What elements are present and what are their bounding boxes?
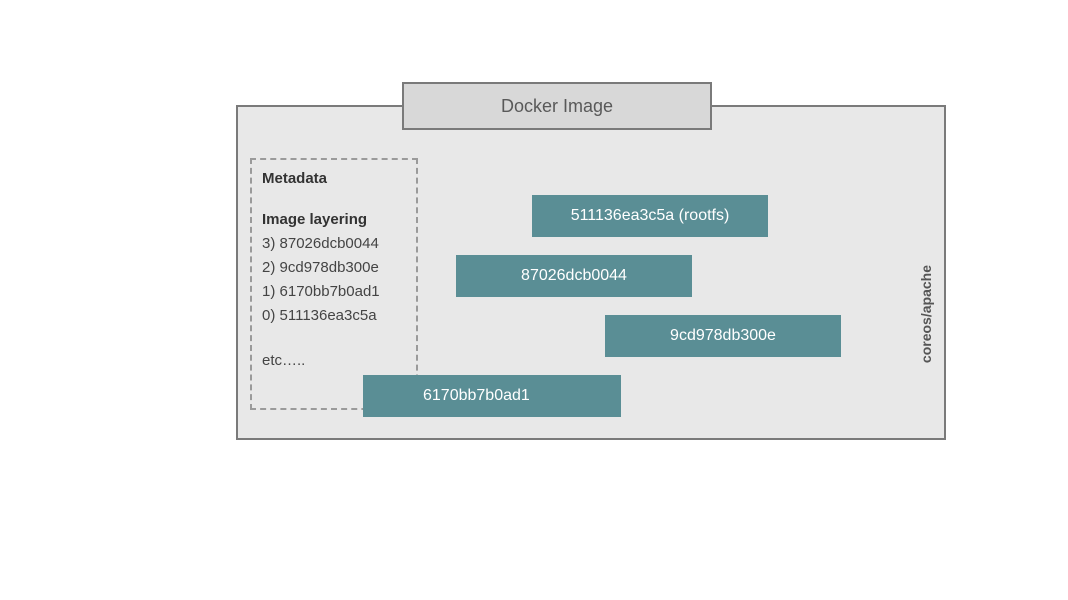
diagram-title: Docker Image [402,82,712,130]
layer-entry: 2) 9cd978db300e [262,256,406,280]
layer-index: 0) [262,307,275,324]
layer-block-label: 511136ea3c5a (rootfs) [571,207,730,225]
layer-hash: 9cd978db300e [280,259,379,276]
metadata-heading: Metadata [262,170,406,187]
layer-entry: 1) 6170bb7b0ad1 [262,280,406,304]
layer-entry: 3) 87026dcb0044 [262,232,406,256]
layer-index: 3) [262,235,275,252]
layering-heading: Image layering [262,211,406,228]
layer-hash: 511136ea3c5a [280,307,377,324]
metadata-box: Metadata Image layering 3) 87026dcb0044 … [250,158,418,410]
layer-block-2: 9cd978db300e [605,315,841,357]
layer-entry: 0) 511136ea3c5a [262,304,406,328]
layer-index: 1) [262,283,275,300]
layer-block-label: 87026dcb0044 [521,267,627,285]
layer-block-label: 6170bb7b0ad1 [423,387,530,405]
diagram-title-text: Docker Image [501,96,613,117]
layer-block-1: 87026dcb0044 [456,255,692,297]
layer-hash: 87026dcb0044 [280,235,379,252]
layer-hash: 6170bb7b0ad1 [280,283,380,300]
metadata-etc: etc….. [262,352,406,369]
layer-block-3: 6170bb7b0ad1 [363,375,621,417]
layer-index: 2) [262,259,275,276]
layer-block-rootfs: 511136ea3c5a (rootfs) [532,195,768,237]
layer-block-label: 9cd978db300e [670,327,776,345]
image-name-label: coreos/apache [918,265,934,363]
